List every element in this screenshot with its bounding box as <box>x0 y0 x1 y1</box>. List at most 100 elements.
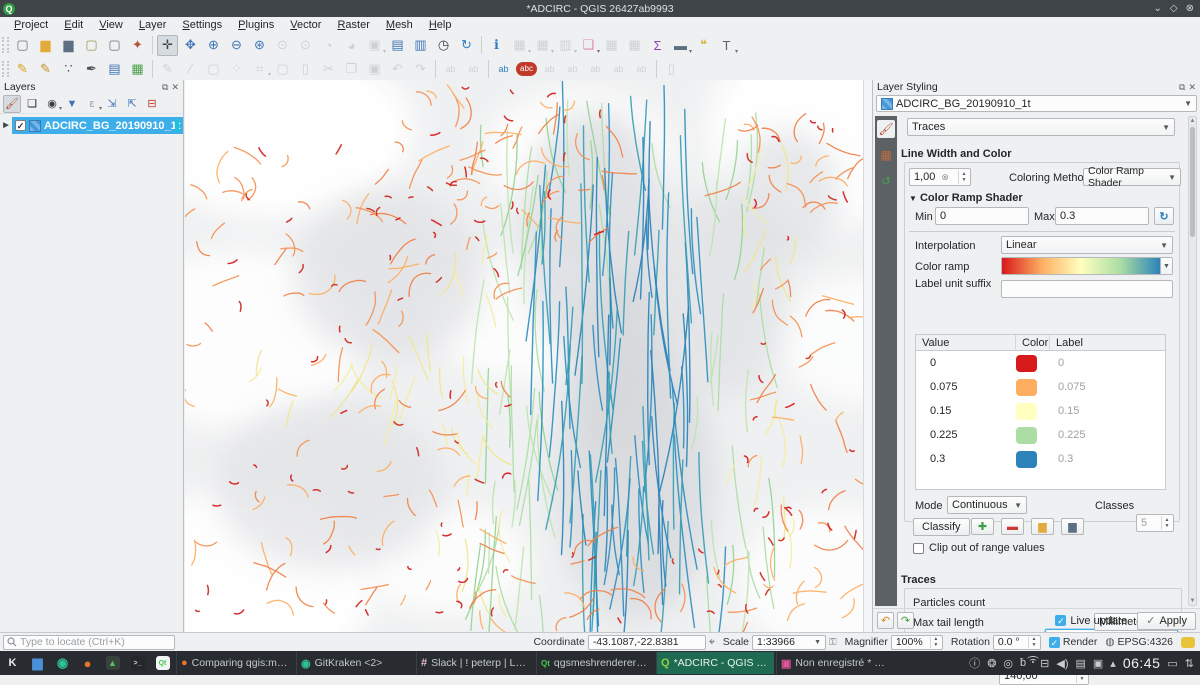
load-ramp-icon[interactable]: ▆ <box>1031 518 1054 535</box>
add-value-icon[interactable]: ✚ <box>971 518 994 535</box>
ramp-row-2[interactable]: 0.150.15 <box>916 399 1165 423</box>
max-input[interactable]: 0.3 <box>1055 207 1149 225</box>
expander-icon[interactable]: ▶ <box>0 117 12 134</box>
magnifier-spinbox[interactable]: 100%▲▼ <box>891 635 943 650</box>
min-input[interactable]: 0 <box>935 207 1029 225</box>
menu-settings[interactable]: Settings <box>174 17 230 33</box>
messages-icon[interactable] <box>1181 637 1195 648</box>
rotation-spinbox[interactable]: 0.0 °▲▼ <box>993 635 1041 650</box>
statistics-icon[interactable]: Σ <box>647 35 668 56</box>
gitkraken-launcher-icon[interactable]: ◉ <box>50 651 75 675</box>
project-properties-icon[interactable]: ▢ <box>104 35 125 56</box>
styling-scrollbar[interactable]: ▲ ▼ <box>1188 116 1197 606</box>
coloring-method-combo[interactable]: Color Ramp Shader▼ <box>1083 168 1181 186</box>
bluetooth-icon[interactable]: ƀ <box>1020 657 1026 669</box>
task-qt-creator[interactable]: Qtqgsmeshrenderersetti... <box>536 652 654 674</box>
task-firefox[interactable]: ●Comparing qgis:mast... <box>176 652 294 674</box>
measure-icon[interactable]: ▬▾ <box>670 35 691 56</box>
reload-minmax-button[interactable]: ↻ <box>1154 207 1174 225</box>
task-qgis[interactable]: Q*ADCIRC - QGIS 26427... <box>656 652 774 674</box>
scroll-down-icon[interactable]: ▼ <box>1189 598 1196 604</box>
app-menu-icon[interactable]: K <box>0 651 25 675</box>
layer-diagram-icon[interactable]: abc <box>516 62 537 76</box>
redo-style-button[interactable]: ↷ <box>897 612 914 629</box>
scroll-up-icon[interactable]: ▲ <box>1189 118 1196 124</box>
select-by-value-icon[interactable]: ❏▾ <box>578 35 599 56</box>
color-swatch[interactable] <box>1016 355 1037 372</box>
current-edits-icon[interactable]: ✎ <box>12 58 33 79</box>
coordinate-input[interactable]: -43.1087,-22.8381 <box>588 635 706 650</box>
ramp-row-4[interactable]: 0.30.3 <box>916 447 1165 471</box>
save-ramp-icon[interactable]: ▆ <box>1061 518 1084 535</box>
bookmark-icon[interactable]: ▤ <box>387 35 408 56</box>
identify-features-icon[interactable]: ℹ <box>486 35 507 56</box>
color-app-icon[interactable]: ❂ <box>987 657 996 670</box>
mesh-3d-tab-icon[interactable]: ▦ <box>877 146 895 164</box>
classify-button[interactable]: Classify <box>913 518 970 536</box>
feather-icon[interactable]: ✒ <box>81 58 102 79</box>
close-panel-icon[interactable]: ✕ <box>171 82 179 93</box>
zoom-out-icon[interactable]: ⊖ <box>226 35 247 56</box>
filter-expression-icon[interactable]: ε▾ <box>83 95 101 113</box>
collapse-all-icon[interactable]: ⇱ <box>123 95 141 113</box>
virtual-desktop-icon[interactable]: ▭ <box>1167 657 1177 670</box>
layer-labeling-icon[interactable]: ab <box>493 58 514 79</box>
location-icon[interactable]: ◎ <box>1003 657 1013 670</box>
clip-checkbox[interactable] <box>913 543 924 554</box>
ramp-shader-section[interactable]: ▼ Color Ramp Shader <box>909 192 1023 204</box>
editing-folder-icon[interactable]: ✎ <box>35 58 56 79</box>
menu-raster[interactable]: Raster <box>329 17 377 33</box>
mode-combo[interactable]: Continuous▼ <box>947 496 1027 514</box>
blue-pages-icon[interactable]: ▤ <box>104 58 125 79</box>
add-group-icon[interactable]: ❏ <box>23 95 41 113</box>
menu-view[interactable]: View <box>91 17 131 33</box>
menu-project[interactable]: Project <box>6 17 56 33</box>
manage-themes-icon[interactable]: ◉▾ <box>43 95 61 113</box>
new-project-icon[interactable]: ▢ <box>12 35 33 56</box>
ramp-row-0[interactable]: 00 <box>916 351 1165 375</box>
expand-tray-icon[interactable]: ▴ <box>1110 657 1116 670</box>
reorder-icon[interactable]: ⇅ <box>1185 657 1194 670</box>
menu-edit[interactable]: Edit <box>56 17 91 33</box>
clear-icon[interactable]: ⊗ <box>941 172 949 183</box>
label-unit-suffix-input[interactable] <box>1001 280 1173 298</box>
zoom-full-icon[interactable]: ⊛ <box>249 35 270 56</box>
zoom-in-icon[interactable]: ⊕ <box>203 35 224 56</box>
ramp-row-1[interactable]: 0.0750.075 <box>916 375 1165 399</box>
crs-value[interactable]: EPSG:4326 <box>1118 636 1173 648</box>
locator-input[interactable]: Type to locate (Ctrl+K) <box>3 635 175 650</box>
digitize-points-icon[interactable]: ∵ <box>58 58 79 79</box>
color-ramp-button[interactable]: ▼ <box>1001 257 1173 275</box>
file-manager-icon[interactable]: ▆ <box>25 651 50 675</box>
filter-legend-icon[interactable]: ▼ <box>63 95 81 113</box>
task-slack[interactable]: #Slack | ! peterp | Lutr... <box>416 652 534 674</box>
temporal-controller-icon[interactable]: ◷ <box>433 35 454 56</box>
map-canvas[interactable] <box>185 80 863 632</box>
clock[interactable]: 06:45 <box>1123 655 1161 671</box>
pan-to-selection-icon[interactable]: ✥ <box>180 35 201 56</box>
symbology-tab-icon[interactable]: 🖌 <box>877 120 895 138</box>
mesh-digitizing-icon[interactable]: ▦ <box>127 58 148 79</box>
scroll-handle[interactable] <box>1190 127 1195 237</box>
media-icon[interactable]: ▣ <box>1093 657 1103 670</box>
styling-layer-combo[interactable]: ADCIRC_BG_20190910_1t ▼ <box>876 95 1197 112</box>
task-screenrecorder[interactable]: ▣Non enregistré * — Sp... <box>776 652 894 674</box>
remove-layer-icon[interactable]: ⊟ <box>143 95 161 113</box>
color-swatch[interactable] <box>1016 451 1037 468</box>
line-width-spinbox[interactable]: 1,00 ⊗ ▲▼ <box>909 168 971 186</box>
menu-layer[interactable]: Layer <box>131 17 175 33</box>
maximize-icon[interactable]: ◇ <box>1170 3 1178 14</box>
minimize-icon[interactable]: ⌄ <box>1154 3 1162 14</box>
color-swatch[interactable] <box>1016 427 1037 444</box>
color-ramp-table[interactable]: Value Color Label 000.0750.0750.150.150.… <box>915 334 1166 490</box>
menu-vector[interactable]: Vector <box>282 17 329 33</box>
menu-plugins[interactable]: Plugins <box>230 17 282 33</box>
show-bookmarks-icon[interactable]: ▥ <box>410 35 431 56</box>
save-project-icon[interactable]: ▆ <box>58 35 79 56</box>
qt-creator-icon[interactable]: Qt <box>150 651 175 675</box>
layer-item-adcirc[interactable]: ▶ ✓ ADCIRC_BG_20190910_1t <box>0 117 183 134</box>
render-checkbox[interactable]: ✓ <box>1049 637 1060 648</box>
live-update-checkbox[interactable]: ✓ <box>1055 615 1066 626</box>
scale-combo[interactable]: 1:33966▼ <box>752 635 826 650</box>
terminal-icon[interactable]: >_ <box>125 651 150 675</box>
